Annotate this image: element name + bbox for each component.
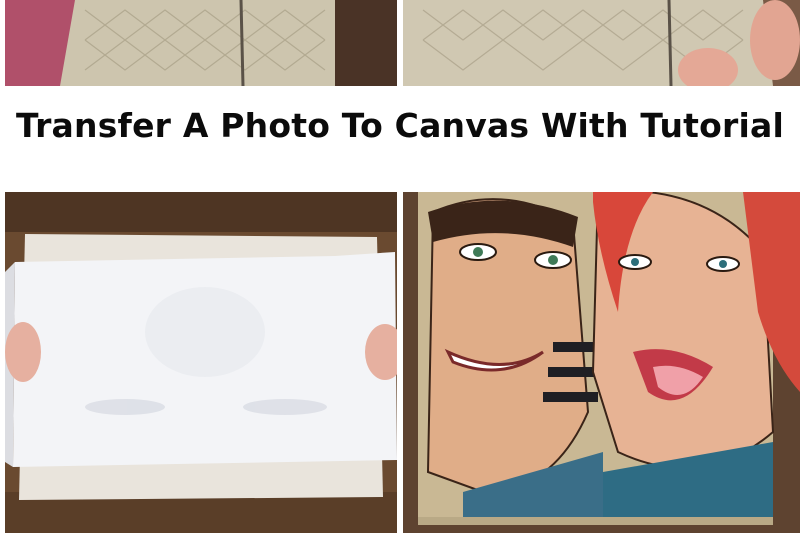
top-right-vest-photo — [403, 0, 800, 86]
top-left-vest-photo — [5, 0, 397, 86]
bottom-right-canvas-portrait-photo — [403, 192, 800, 533]
page-title: Transfer A Photo To Canvas With Tutorial — [15, 106, 784, 145]
bottom-left-paper-transfer-photo — [5, 192, 397, 533]
